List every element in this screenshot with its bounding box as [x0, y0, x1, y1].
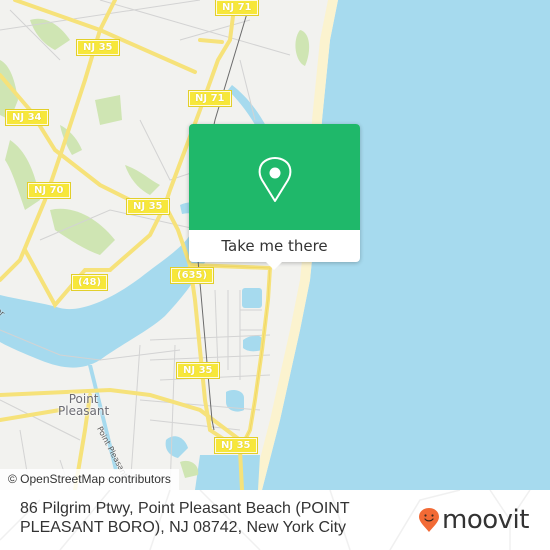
place-label-point-pleasant: Point Pleasant [58, 393, 109, 417]
route-shield-nj-34: NJ 34 [5, 109, 49, 126]
location-pin-icon [258, 157, 292, 202]
popup-pointer [266, 262, 282, 270]
map-attribution[interactable]: © OpenStreetMap contributors [0, 469, 179, 490]
marina [195, 455, 260, 490]
park [125, 165, 160, 195]
route-shield-nj-35: NJ 35 [126, 198, 170, 215]
route-shield-48: (48) [70, 274, 109, 291]
place-label-line: Pleasant [58, 404, 110, 418]
route-shield-nj-35: NJ 35 [76, 39, 120, 56]
moovit-logo[interactable]: moovit [418, 505, 529, 535]
park [295, 30, 310, 66]
route-shield-nj-70: NJ 70 [27, 182, 71, 199]
address-text: 86 Pilgrim Ptwy, Point Pleasant Beach (P… [20, 500, 350, 536]
map-view[interactable]: NJ 71 NJ 35 NJ 71 NJ 34 NJ 70 NJ 35 (48)… [0, 0, 550, 490]
take-me-there-popup[interactable]: Take me there [189, 124, 360, 270]
moovit-wordmark: moovit [442, 505, 529, 535]
pond [243, 335, 262, 352]
pond [165, 436, 188, 458]
popup-header [189, 124, 360, 230]
park [5, 140, 40, 210]
route-shield-nj-35: NJ 35 [214, 437, 258, 454]
moovit-smiley-pin-icon [419, 508, 439, 532]
pond [242, 288, 262, 308]
route-shield-635: (635) [169, 267, 215, 284]
route-shield-nj-71: NJ 71 [215, 0, 259, 16]
route-shield-nj-71: NJ 71 [188, 90, 232, 107]
take-me-there-button[interactable]: Take me there [189, 230, 360, 262]
footer-bar: 86 Pilgrim Ptwy, Point Pleasant Beach (P… [0, 490, 550, 550]
park [180, 460, 199, 478]
route-shield-nj-35: NJ 35 [176, 362, 220, 379]
park [30, 18, 70, 50]
park [95, 95, 122, 125]
